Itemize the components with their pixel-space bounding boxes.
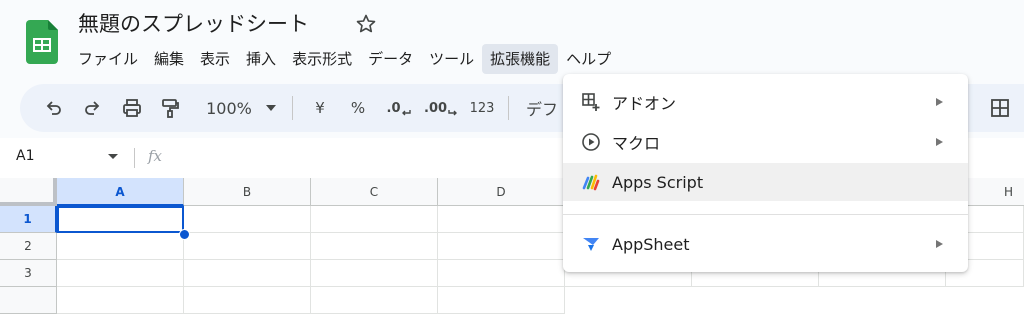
cell[interactable] (438, 233, 565, 260)
menu-item-label: AppSheet (612, 234, 690, 254)
menu-item-label: Apps Script (612, 172, 704, 192)
sheets-logo-icon[interactable] (26, 20, 58, 64)
menubar: ファイル 編集 表示 挿入 表示形式 データ ツール 拡張機能 ヘルプ (70, 44, 619, 74)
currency-format-button[interactable]: ¥ (310, 96, 330, 120)
toolbar-separator (292, 96, 293, 120)
active-cell-a1[interactable] (57, 206, 184, 233)
fill-handle[interactable] (179, 229, 190, 240)
cell[interactable] (311, 287, 438, 314)
column-header-d[interactable]: D (438, 178, 565, 206)
arrow-right-icon (448, 110, 457, 116)
print-icon[interactable] (120, 96, 144, 120)
increase-decimal-button[interactable]: .00 (424, 96, 458, 120)
menu-item-label: アドオン (612, 94, 677, 113)
column-header-a[interactable]: A (57, 178, 184, 206)
menu-separator (563, 214, 968, 215)
cell[interactable] (311, 233, 438, 260)
toolbar-separator (508, 96, 509, 120)
cell[interactable] (438, 287, 565, 314)
row-header-3[interactable]: 3 (0, 260, 57, 287)
menu-data[interactable]: データ (360, 44, 421, 74)
submenu-arrow-icon (936, 240, 943, 248)
name-box-dropdown-icon[interactable] (108, 154, 118, 159)
arrow-left-icon (402, 110, 412, 116)
cell[interactable] (311, 206, 438, 233)
column-header-c[interactable]: C (311, 178, 438, 206)
select-all-corner[interactable] (0, 178, 58, 207)
menu-extensions[interactable]: 拡張機能 (482, 44, 559, 74)
number-format-button[interactable]: 123 (466, 96, 498, 120)
increase-decimal-label: .00 (424, 100, 448, 116)
undo-icon[interactable] (42, 96, 66, 120)
menu-item-label: マクロ (612, 134, 661, 153)
menu-format[interactable]: 表示形式 (284, 44, 360, 74)
row-header-1[interactable]: 1 (0, 206, 57, 233)
cell[interactable] (184, 287, 311, 314)
row-header-2[interactable]: 2 (0, 233, 57, 260)
apps-script-icon (581, 172, 601, 192)
cell[interactable] (311, 260, 438, 287)
cell[interactable] (184, 260, 311, 287)
menu-item-appsheet[interactable]: AppSheet (563, 225, 968, 263)
column-header-b[interactable]: B (184, 178, 311, 206)
addon-icon (581, 92, 601, 112)
cell[interactable] (57, 233, 184, 260)
submenu-arrow-icon (936, 98, 943, 106)
formula-bar-separator (134, 148, 135, 168)
row-header-4[interactable] (0, 287, 57, 314)
document-title[interactable]: 無題のスプレッドシート (78, 8, 309, 38)
cell[interactable] (57, 287, 184, 314)
menu-item-macros[interactable]: マクロ (563, 123, 968, 161)
cell[interactable] (438, 260, 565, 287)
menu-file[interactable]: ファイル (70, 44, 146, 74)
app-header: 無題のスプレッドシート ファイル 編集 表示 挿入 表示形式 データ ツール 拡… (0, 0, 1024, 80)
borders-icon[interactable] (988, 96, 1012, 120)
appsheet-icon (581, 234, 601, 254)
fx-icon: fx (148, 147, 163, 165)
cell[interactable] (57, 260, 184, 287)
star-icon[interactable] (354, 12, 378, 36)
menu-item-apps-script[interactable]: Apps Script (563, 163, 968, 201)
cell[interactable] (184, 206, 311, 233)
zoom-dropdown-icon[interactable] (264, 96, 278, 120)
decrease-decimal-label: .0 (386, 100, 401, 116)
paint-format-icon[interactable] (158, 96, 182, 120)
menu-item-addons[interactable]: アドオン (563, 83, 968, 121)
menu-help[interactable]: ヘルプ (558, 44, 619, 74)
decrease-decimal-button[interactable]: .0 (384, 96, 414, 120)
menu-tools[interactable]: ツール (421, 44, 482, 74)
menu-view[interactable]: 表示 (192, 44, 238, 74)
cell[interactable] (184, 233, 311, 260)
cell[interactable] (438, 206, 565, 233)
menu-insert[interactable]: 挿入 (238, 44, 284, 74)
font-select[interactable]: デフ (526, 96, 562, 120)
percent-format-button[interactable]: % (346, 96, 370, 120)
name-box[interactable]: A1 (16, 148, 34, 164)
macro-icon (581, 132, 601, 152)
extensions-menu: アドオン マクロ Apps Script AppSheet (563, 74, 968, 272)
submenu-arrow-icon (936, 138, 943, 146)
menu-edit[interactable]: 編集 (146, 44, 192, 74)
zoom-select[interactable]: 100% (204, 96, 254, 120)
redo-icon[interactable] (80, 96, 104, 120)
